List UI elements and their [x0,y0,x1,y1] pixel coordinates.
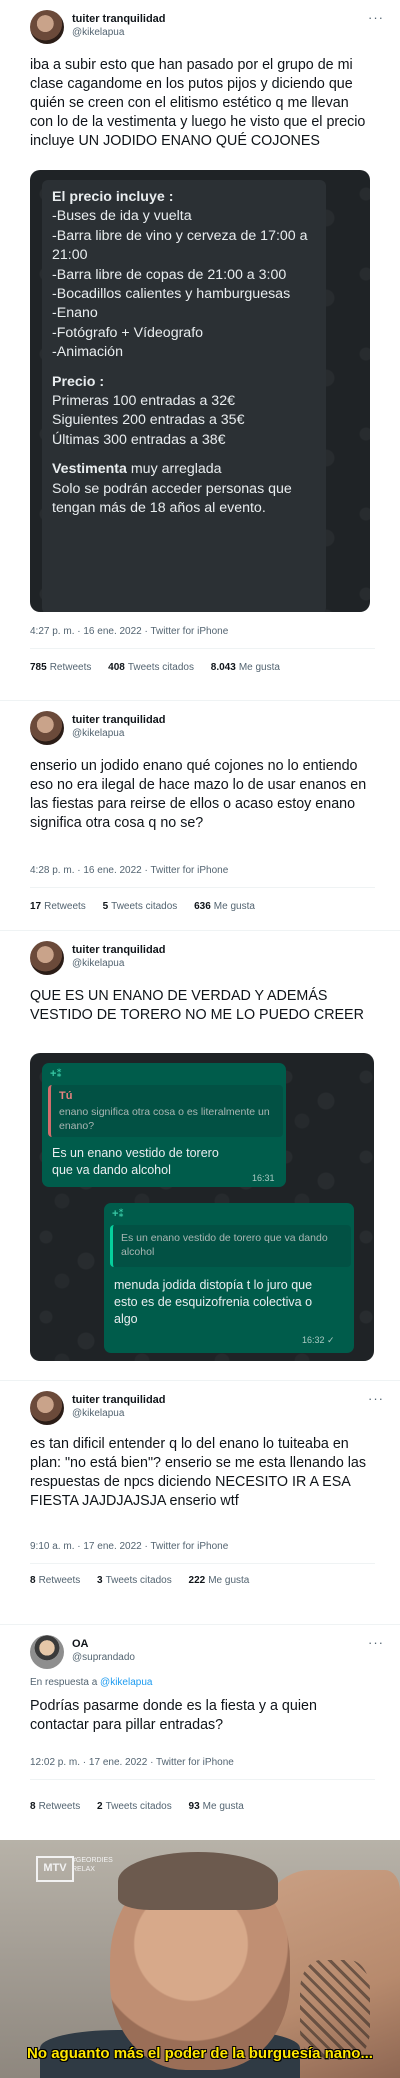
dress-line: Vestimenta muy arreglada [52,460,316,479]
tweet-text: enserio un jodido enano qué cojones no l… [30,758,367,831]
tweet-3: tuiter tranquilidad @kikelapua QUE ES UN… [0,930,400,1377]
quoted-message: Es un enano vestido de torero que va dan… [110,1225,351,1267]
divider [30,1779,375,1780]
tweet-header: tuiter tranquilidad @kikelapua ··· [30,10,390,46]
user-handle[interactable]: @suprandado [72,1652,135,1663]
price-item: Primeras 100 entradas a 32€ [52,393,235,410]
user-name[interactable]: OA [72,1638,89,1650]
show-logo: #GEORDIES RELAX [72,1857,113,1873]
mtv-logo: MTV [36,1856,74,1882]
tweet-stats: 8 Retweets 2 Tweets citados 93 Me gusta [30,1801,258,1812]
avatar[interactable] [30,941,64,975]
message-time: 16:31 [252,1173,275,1183]
include-item: -Bocadillos calientes y hamburguesas [52,286,291,303]
include-item: -Barra libre de copas de 21:00 a 3:00 [52,266,287,283]
tweet-header: tuiter tranquilidad @kikelapua [30,711,390,747]
user-handle[interactable]: @kikelapua [72,728,124,739]
tweet-text: iba a subir esto que han pasado por el g… [30,57,366,149]
price-item: Últimas 300 entradas a 38€ [52,431,226,448]
user-name[interactable]: tuiter tranquilidad [72,1394,166,1406]
dress-note: Solo se podrán acceder personas que teng… [52,480,292,517]
tweet-5: OA @suprandado ··· En respuesta a @kikel… [0,1624,400,1839]
tweet-text: QUE ES UN ENANO DE VERDAD Y ADEMÁS VESTI… [30,988,364,1023]
quotes-stat[interactable]: 408 Tweets citados [108,662,194,673]
price-item: Siguientes 200 entradas a 35€ [52,412,245,429]
user-handle[interactable]: @kikelapua [72,27,124,38]
retweets-stat[interactable]: 17 Retweets [30,901,86,912]
tweet-text: Podrías pasarme donde es la fiesta y a q… [30,1698,317,1733]
reply-context: En respuesta a @kikelapua [30,1677,153,1688]
tweet-image[interactable]: +⁑ Tú enano significa otra cosa o es lit… [30,1053,374,1361]
avatar[interactable] [30,1635,64,1669]
more-options-icon[interactable]: ··· [368,1391,384,1406]
quotes-stat[interactable]: 3 Tweets citados [97,1575,172,1586]
chat-message: +⁑ Es un enano vestido de torero que va … [104,1203,354,1353]
likes-stat[interactable]: 636 Me gusta [194,901,255,912]
reply-to-link[interactable]: @kikelapua [100,1677,152,1688]
avatar[interactable] [30,711,64,745]
tweet-stats: 785 Retweets 408 Tweets citados 8.043 Me gu… [30,662,294,673]
tweet-image[interactable]: El precio incluye : -Buses de ida y vuel… [30,170,370,612]
dress-value: muy arreglada [126,461,222,478]
user-handle[interactable]: @kikelapua [72,958,124,969]
more-options-icon[interactable]: ··· [368,10,384,25]
user-name[interactable]: tuiter tranquilidad [72,944,166,956]
include-item: -Enano [52,305,98,322]
tweet-2: tuiter tranquilidad @kikelapua enserio u… [0,700,400,929]
tweet-header: OA @suprandado ··· [30,1635,390,1671]
quoted-message: Tú enano significa otra cosa o es litera… [48,1085,283,1137]
tweet-timestamp[interactable]: 12:02 p. m. · 17 ene. 2022 · Twitter for… [30,1757,234,1768]
meme-hair [118,1852,278,1910]
likes-stat[interactable]: 222 Me gusta [189,1575,250,1586]
meme-image: MTV #GEORDIES RELAX No aguanto más el po… [0,1840,400,2078]
include-item: -Fotógrafo + Vídeografo [52,324,204,341]
avatar[interactable] [30,1391,64,1425]
meme-subtitle: No aguanto más el poder de la burguesía … [27,2045,373,2062]
divider [30,887,375,888]
tweet-timestamp[interactable]: 9:10 a. m. · 17 ene. 2022 · Twitter for … [30,1541,228,1552]
price-includes-heading: El precio incluye : [52,189,174,205]
tweet-text: es tan dificil entender q lo del enano l… [30,1436,367,1509]
more-options-icon[interactable]: ··· [368,1635,384,1650]
retweets-stat[interactable]: 8 Retweets [30,1801,80,1812]
tweet-4: tuiter tranquilidad @kikelapua ··· es ta… [0,1380,400,1621]
user-name[interactable]: tuiter tranquilidad [72,714,166,726]
tweet-timestamp[interactable]: 4:28 p. m. · 16 ene. 2022 · Twitter for … [30,865,228,876]
tweet-timestamp[interactable]: 4:27 p. m. · 16 ene. 2022 · Twitter for … [30,626,228,637]
tweet-header: tuiter tranquilidad @kikelapua ··· [30,1391,390,1427]
message-text: menuda jodida distopía t lo juro que est… [114,1278,313,1326]
retweets-stat[interactable]: 8 Retweets [30,1575,80,1586]
divider [30,648,375,649]
user-name[interactable]: tuiter tranquilidad [72,13,166,25]
tweet-header: tuiter tranquilidad @kikelapua [30,941,390,977]
likes-stat[interactable]: 8.043 Me gusta [211,662,280,673]
dress-heading: Vestimenta [52,461,127,478]
tweet-stats: 17 Retweets 5 Tweets citados 636 Me gusta [30,901,269,912]
include-item: -Animación [52,344,123,361]
include-item: -Barra libre de vino y cerveza de 17:00 … [52,227,308,264]
message-time: 16:32 ✓ [302,1335,335,1345]
quotes-stat[interactable]: 2 Tweets citados [97,1801,172,1812]
message-text: Es un enano vestido de torero que va dan… [52,1146,219,1177]
chat-message: +⁑ Tú enano significa otra cosa o es lit… [42,1063,286,1187]
retweets-stat[interactable]: 785 Retweets [30,662,91,673]
price-list-message: El precio incluye : -Buses de ida y vuel… [42,180,326,612]
include-item: -Buses de ida y vuelta [52,208,192,225]
user-handle[interactable]: @kikelapua [72,1408,124,1419]
tweet-1: tuiter tranquilidad @kikelapua ··· iba a… [0,0,400,690]
avatar[interactable] [30,10,64,44]
quotes-stat[interactable]: 5 Tweets citados [103,901,178,912]
price-heading: Precio : [52,373,105,390]
tweet-stats: 8 Retweets 3 Tweets citados 222 Me gusta [30,1575,263,1586]
likes-stat[interactable]: 93 Me gusta [189,1801,244,1812]
divider [30,1563,375,1564]
